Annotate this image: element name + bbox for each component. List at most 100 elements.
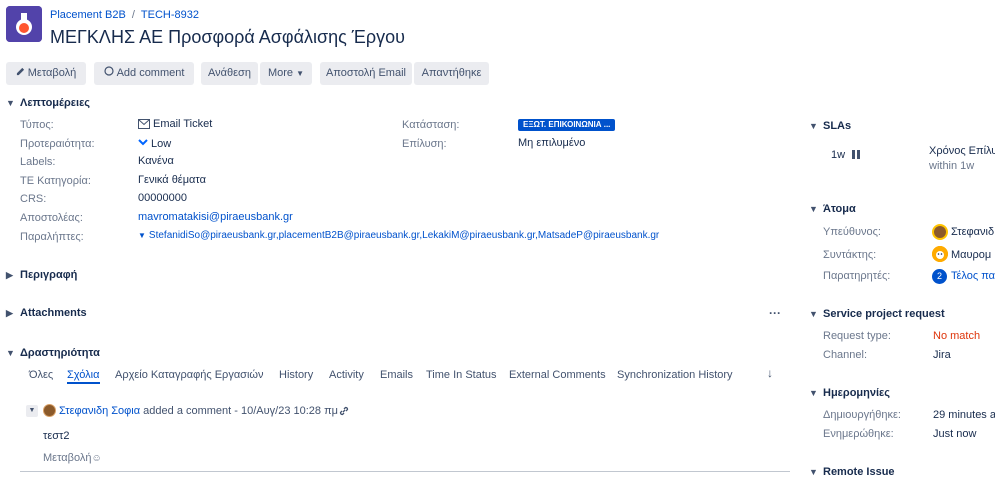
chevron-down-icon: ▼ xyxy=(809,467,818,477)
people-section-toggle[interactable]: ▼ Άτομα xyxy=(809,203,856,215)
tab-synchronization-history[interactable]: Synchronization History xyxy=(617,369,733,381)
breadcrumb: Placement B2B / TECH-8932 xyxy=(50,9,199,21)
updated-value: Just now xyxy=(933,428,977,440)
priority-low-icon xyxy=(138,137,148,149)
tab-external-comments[interactable]: External Comments xyxy=(509,369,606,381)
recipients-text: StefanidiSo@piraeusbank.gr,placementB2B@… xyxy=(148,230,660,241)
comment-edit-link[interactable]: Μεταβολή☺ xyxy=(43,452,102,464)
tab-emails[interactable]: Emails xyxy=(380,369,413,381)
activity-section-title: Δραστηριότητα xyxy=(20,347,100,359)
description-section-toggle[interactable]: ▶ Περιγραφή xyxy=(6,269,77,281)
request-type-value: No match xyxy=(933,330,981,342)
status-badge[interactable]: ΕΞΩΤ. ΕΠΙΚΟΙΝΩΝΙΑ ... xyxy=(518,119,616,131)
sla-within: within 1w xyxy=(929,160,975,172)
attachments-section-title: Attachments xyxy=(20,307,87,319)
emoji-icon[interactable]: ☺ xyxy=(91,453,101,464)
field-label-status: Κατάσταση: xyxy=(402,119,460,131)
comment-author-avatar[interactable] xyxy=(43,404,56,417)
field-label-type: Τύπος: xyxy=(20,119,54,131)
watchers-count-badge[interactable]: 2 xyxy=(932,269,947,284)
people-section-title: Άτομα xyxy=(823,203,856,215)
field-value-priority: Low xyxy=(138,137,171,150)
tab-activity[interactable]: Activity xyxy=(329,369,364,381)
field-label-sender: Αποστολέας: xyxy=(20,212,83,224)
field-label-resolution: Επίλυση: xyxy=(402,138,447,150)
comment-divider xyxy=(20,471,790,472)
field-label-labels: Labels: xyxy=(20,156,56,168)
chevron-down-icon: ▼ xyxy=(6,98,15,108)
issue-title: ΜΕΓΚΛΗΣ ΑΕ Προσφορά Ασφάλισης Έργου xyxy=(50,27,405,47)
field-label-priority: Προτεραιότητα: xyxy=(20,138,95,150)
slas-section-toggle[interactable]: ▼ SLAs xyxy=(809,120,851,132)
description-section-title: Περιγραφή xyxy=(20,269,78,281)
comment-author-link[interactable]: Στεφανιδη Σοφια xyxy=(59,405,140,417)
field-value-type: Email Ticket xyxy=(138,118,212,132)
chevron-down-icon: ▼ xyxy=(6,348,15,358)
attachments-more-icon[interactable]: ··· xyxy=(769,306,781,320)
field-label-recipients: Παραλήπτες: xyxy=(20,231,84,243)
add-comment-button[interactable]: Add comment xyxy=(94,62,194,85)
chevron-right-icon: ▶ xyxy=(6,308,13,318)
dates-section-toggle[interactable]: ▼ Ημερομηνίες xyxy=(809,387,890,399)
attachments-section-toggle[interactable]: ▶ Attachments xyxy=(6,307,87,319)
breadcrumb-project[interactable]: Placement B2B xyxy=(50,9,126,21)
created-value: 29 minutes ag xyxy=(933,409,995,421)
envelope-icon xyxy=(138,119,150,132)
chevron-down-icon: ▼ xyxy=(809,204,818,214)
activity-section-toggle[interactable]: ▼ Δραστηριότητα xyxy=(6,347,100,359)
breadcrumb-issue-key[interactable]: TECH-8932 xyxy=(141,9,199,21)
replied-button[interactable]: Απαντήθηκε xyxy=(414,62,489,85)
field-value-sender[interactable]: mavromatakisi@piraeusbank.gr xyxy=(138,211,293,223)
sla-metric-name: Χρόνος Επίλυ xyxy=(929,145,995,157)
field-label-category: ΤΕ Κατηγορία: xyxy=(20,175,91,187)
field-value-category[interactable]: Γενικά θέματα xyxy=(138,174,206,186)
add-comment-button-label: Add comment xyxy=(116,67,185,79)
permalink-icon[interactable] xyxy=(338,405,350,420)
service-request-section-toggle[interactable]: ▼ Service project request xyxy=(809,308,945,320)
send-email-button[interactable]: Αποστολή Email xyxy=(320,62,412,85)
assignee-label: Υπεύθυνος: xyxy=(823,226,881,238)
tab-time-in-status[interactable]: Time In Status xyxy=(426,369,497,381)
reporter-label: Συντάκτης: xyxy=(823,249,877,261)
comment-collapse-chevron-icon[interactable]: ▼ xyxy=(26,405,38,417)
slas-section-title: SLAs xyxy=(823,120,852,132)
field-value-crs[interactable]: 00000000 xyxy=(138,192,187,204)
watchers-label: Παρατηρητές: xyxy=(823,270,891,282)
reporter-avatar[interactable] xyxy=(932,246,948,262)
chevron-right-icon: ▶ xyxy=(6,270,13,280)
more-button[interactable]: More ▼ xyxy=(260,62,312,85)
chevron-down-icon: ▼ xyxy=(809,309,818,319)
field-value-labels[interactable]: Κανένα xyxy=(138,155,174,167)
chevron-down-icon: ▼ xyxy=(809,121,818,131)
chevron-down-icon[interactable]: ▼ xyxy=(138,231,146,240)
assign-button[interactable]: Ανάθεση xyxy=(201,62,258,85)
more-button-label: More xyxy=(267,67,294,79)
field-label-crs: CRS: xyxy=(20,193,47,205)
channel-label: Channel: xyxy=(823,349,868,361)
details-section-title: Λεπτομέρειες xyxy=(20,97,91,109)
issue-type-text: Email Ticket xyxy=(153,118,213,130)
project-avatar-icon[interactable] xyxy=(6,6,42,42)
comment-edit-label: Μεταβολή xyxy=(43,452,92,464)
assignee-avatar[interactable] xyxy=(932,224,948,240)
request-type-label: Request type: xyxy=(823,330,891,342)
tab-history[interactable]: History xyxy=(279,369,313,381)
edit-button-label: Μεταβολή xyxy=(27,67,77,79)
tab-comments[interactable]: Σχόλια xyxy=(67,369,100,384)
reporter-name[interactable]: Μαυρομ xyxy=(951,249,991,261)
edit-button[interactable]: Μεταβολή xyxy=(6,62,86,85)
watchers-link[interactable]: Τέλος πα xyxy=(951,270,995,282)
sort-arrow-icon[interactable]: ↓ xyxy=(767,366,773,380)
dates-section-title: Ημερομηνίες xyxy=(823,387,890,399)
details-section-toggle[interactable]: ▼ Λεπτομέρειες xyxy=(6,97,90,109)
pencil-icon xyxy=(16,62,25,85)
comment-action-text: added a comment - 10/Αυγ/23 10:28 πμ xyxy=(143,405,339,417)
remote-issue-section-toggle[interactable]: ▼ Remote Issue xyxy=(809,466,895,478)
remote-issue-section-title: Remote Issue xyxy=(823,466,895,478)
assignee-name[interactable]: Στεφανιδ xyxy=(951,226,994,238)
tab-all[interactable]: Όλες xyxy=(29,369,53,381)
tab-worklog[interactable]: Αρχείο Καταγραφής Εργασιών xyxy=(115,369,264,381)
field-value-recipients[interactable]: ▼ StefanidiSo@piraeusbank.gr,placementB2B… xyxy=(138,230,659,241)
field-value-resolution: Μη επιλυμένο xyxy=(518,137,586,149)
comment-icon xyxy=(103,62,114,85)
